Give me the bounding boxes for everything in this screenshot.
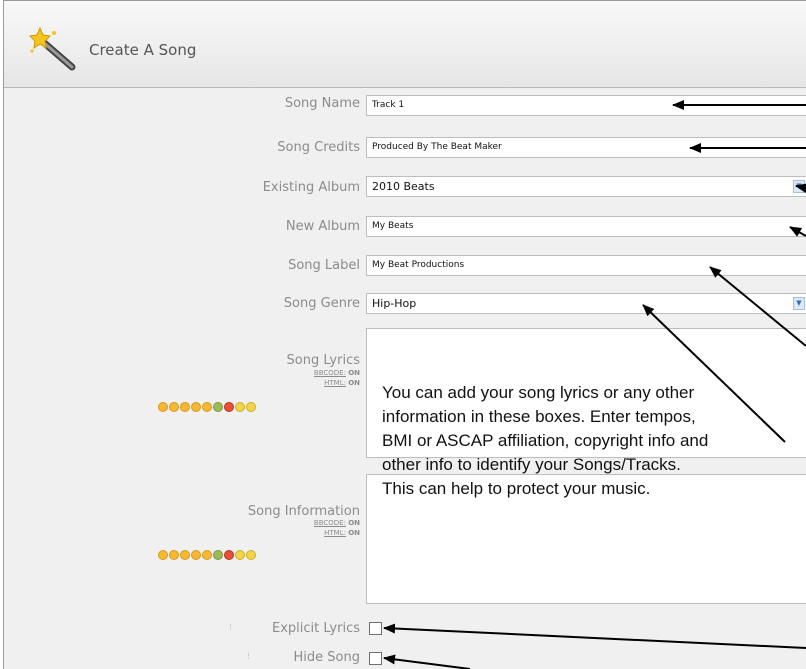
smiley-icon[interactable]	[158, 550, 168, 560]
bbcode-link[interactable]: BBCODE:	[314, 369, 346, 377]
smiley-icon[interactable]	[246, 402, 256, 412]
explicit-lyrics-checkbox[interactable]	[369, 622, 382, 635]
existing-album-value: 2010 Beats	[372, 180, 435, 193]
song-credits-label: Song Credits	[277, 140, 360, 155]
bbcode-state: ON	[348, 519, 360, 527]
callout-line: information in these boxes. Enter tempos…	[382, 407, 696, 426]
hide-song-label: Hide Song	[293, 650, 360, 665]
smiley-icon[interactable]	[169, 402, 179, 412]
song-label-input[interactable]: My Beat Productions	[366, 255, 806, 276]
html-state: ON	[348, 379, 360, 387]
html-state: ON	[348, 529, 360, 537]
song-credits-input[interactable]: Produced By The Beat Maker	[366, 137, 806, 158]
info-html-status: HTML: ON	[324, 529, 360, 538]
smiley-icon[interactable]	[169, 550, 179, 560]
smiley-icon[interactable]	[202, 550, 212, 560]
song-genre-select[interactable]: Hip-Hop ▼	[366, 293, 806, 314]
html-link[interactable]: HTML:	[324, 529, 346, 537]
help-dot-icon: ⁝	[229, 623, 232, 633]
smiley-icon[interactable]	[180, 402, 190, 412]
new-album-input[interactable]: My Beats	[366, 216, 806, 237]
info-smiley-bar	[158, 545, 257, 564]
song-lyrics-label: Song Lyrics	[286, 353, 360, 368]
callout-line: other info to identify your Songs/Tracks…	[382, 455, 681, 474]
panel-header: Create A Song	[4, 1, 806, 88]
smiley-icon[interactable]	[202, 402, 212, 412]
song-genre-label: Song Genre	[283, 296, 360, 311]
existing-album-label: Existing Album	[262, 180, 360, 195]
info-bbcode-status: BBCODE: ON	[314, 519, 360, 528]
annotation-callout: You can add your song lyrics or any othe…	[382, 381, 802, 501]
smiley-icon[interactable]	[191, 402, 201, 412]
chevron-down-icon[interactable]: ▼	[793, 180, 805, 193]
html-link[interactable]: HTML:	[324, 379, 346, 387]
smiley-icon[interactable]	[224, 402, 234, 412]
new-album-label: New Album	[285, 219, 360, 234]
smiley-icon[interactable]	[235, 550, 245, 560]
song-label-label: Song Label	[288, 258, 360, 273]
bbcode-state: ON	[348, 369, 360, 377]
magic-wand-icon	[28, 27, 76, 71]
callout-line: BMI or ASCAP affiliation, copyright info…	[382, 431, 709, 450]
song-name-label: Song Name	[284, 96, 360, 111]
existing-album-select[interactable]: 2010 Beats ▼	[366, 176, 806, 197]
smiley-icon[interactable]	[180, 550, 190, 560]
lyrics-html-status: HTML: ON	[324, 379, 360, 388]
callout-line: This can help to protect your music.	[382, 479, 651, 498]
bbcode-link[interactable]: BBCODE:	[314, 519, 346, 527]
smiley-icon[interactable]	[213, 550, 223, 560]
smiley-icon[interactable]	[224, 550, 234, 560]
help-dot-icon: ⁝	[247, 652, 250, 662]
explicit-lyrics-label: Explicit Lyrics	[272, 621, 360, 636]
lyrics-smiley-bar	[158, 397, 257, 416]
smiley-icon[interactable]	[191, 550, 201, 560]
smiley-icon[interactable]	[246, 550, 256, 560]
song-information-label: Song Information	[247, 504, 360, 519]
smiley-icon[interactable]	[235, 402, 245, 412]
chevron-down-icon[interactable]: ▼	[793, 297, 805, 310]
smiley-icon[interactable]	[213, 402, 223, 412]
song-genre-value: Hip-Hop	[372, 297, 417, 310]
lyrics-bbcode-status: BBCODE: ON	[314, 369, 360, 378]
page-title: Create A Song	[89, 41, 197, 59]
hide-song-checkbox[interactable]	[369, 652, 382, 665]
smiley-icon[interactable]	[158, 402, 168, 412]
callout-line: You can add your song lyrics or any othe…	[382, 383, 695, 402]
song-name-input[interactable]: Track 1	[366, 95, 806, 116]
